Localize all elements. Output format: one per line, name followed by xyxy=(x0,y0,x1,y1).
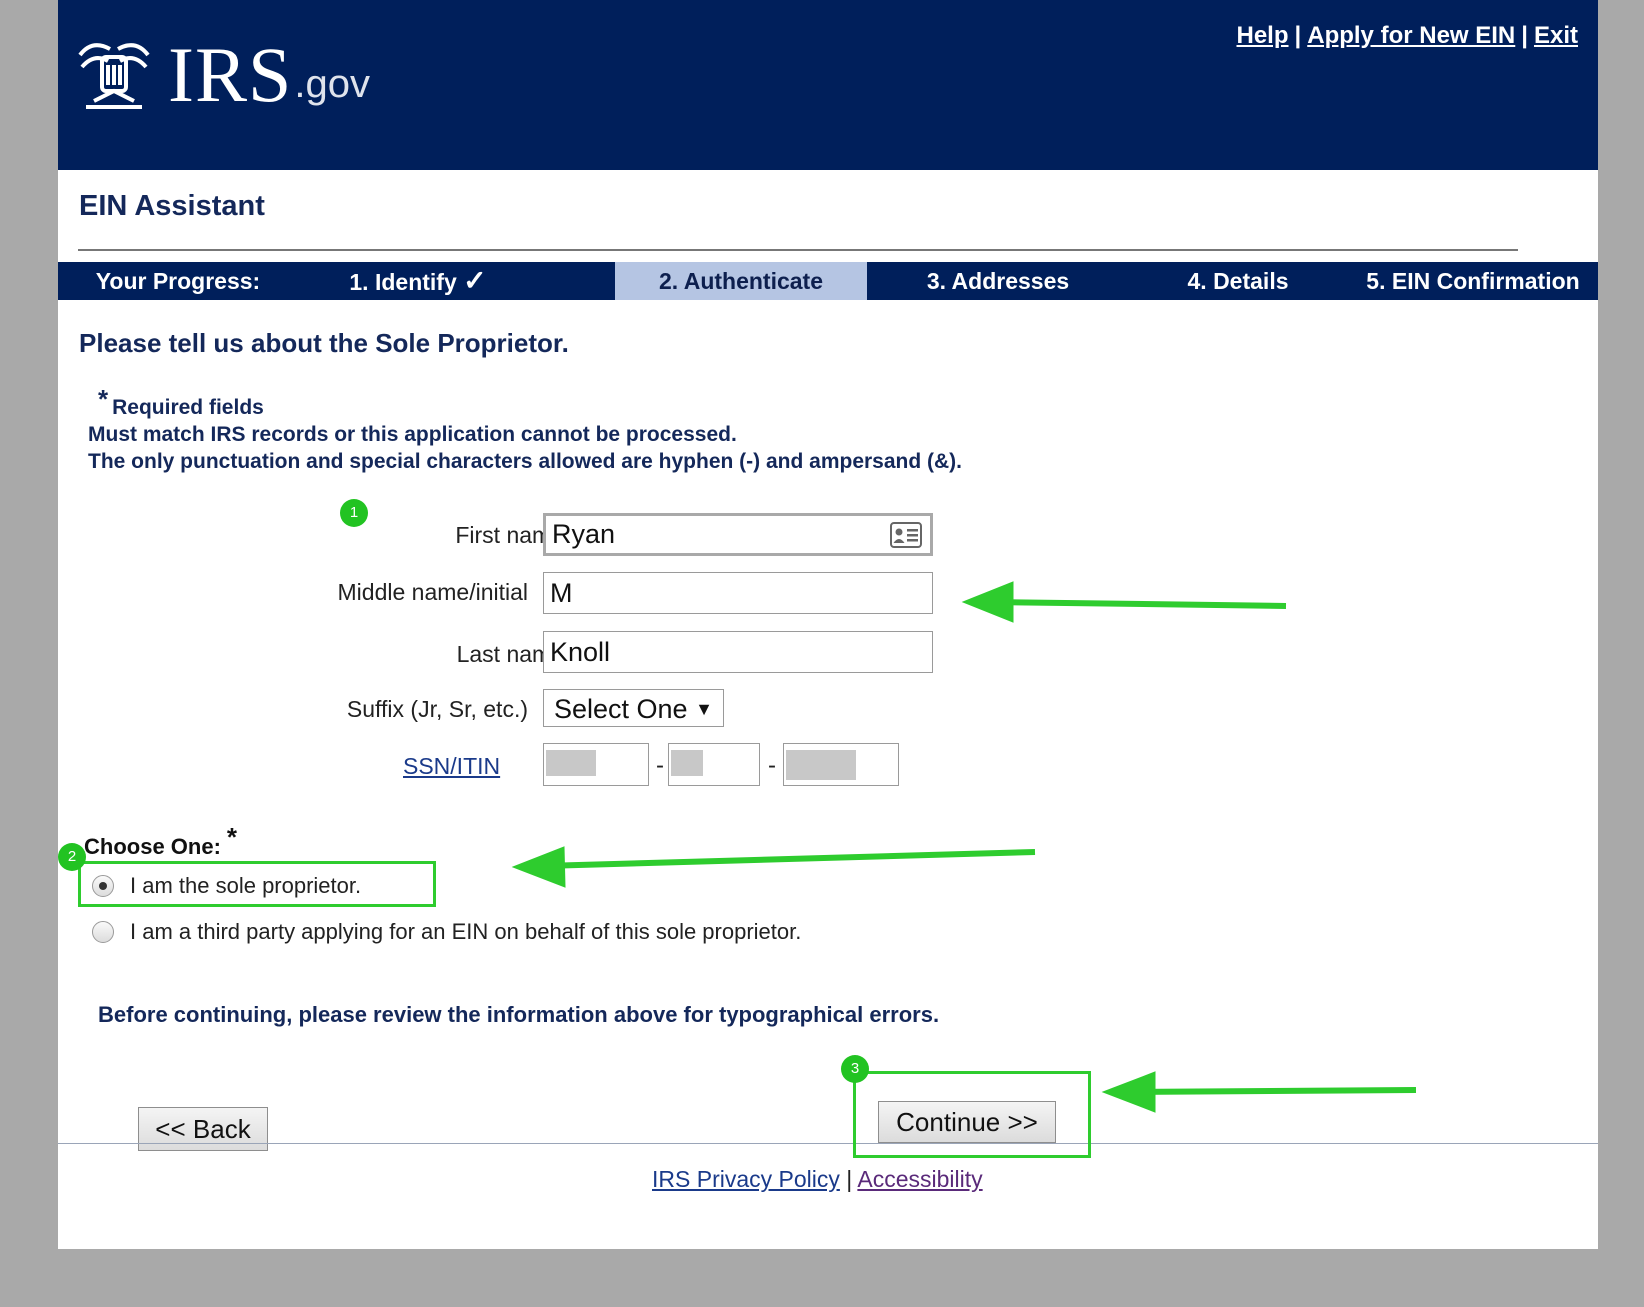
arrow-to-radio xyxy=(542,849,1036,869)
arrow-head-icon xyxy=(1101,1071,1156,1113)
annotation-arrows xyxy=(511,581,1417,1113)
arrow-head-icon xyxy=(961,581,1014,623)
arrow-to-continue xyxy=(1132,1087,1417,1095)
arrow-head-icon xyxy=(511,846,566,888)
page: IRS .gov Help | Apply for New EIN | Exit EIN… xyxy=(58,0,1598,1249)
arrow-to-name-fields xyxy=(992,599,1287,609)
